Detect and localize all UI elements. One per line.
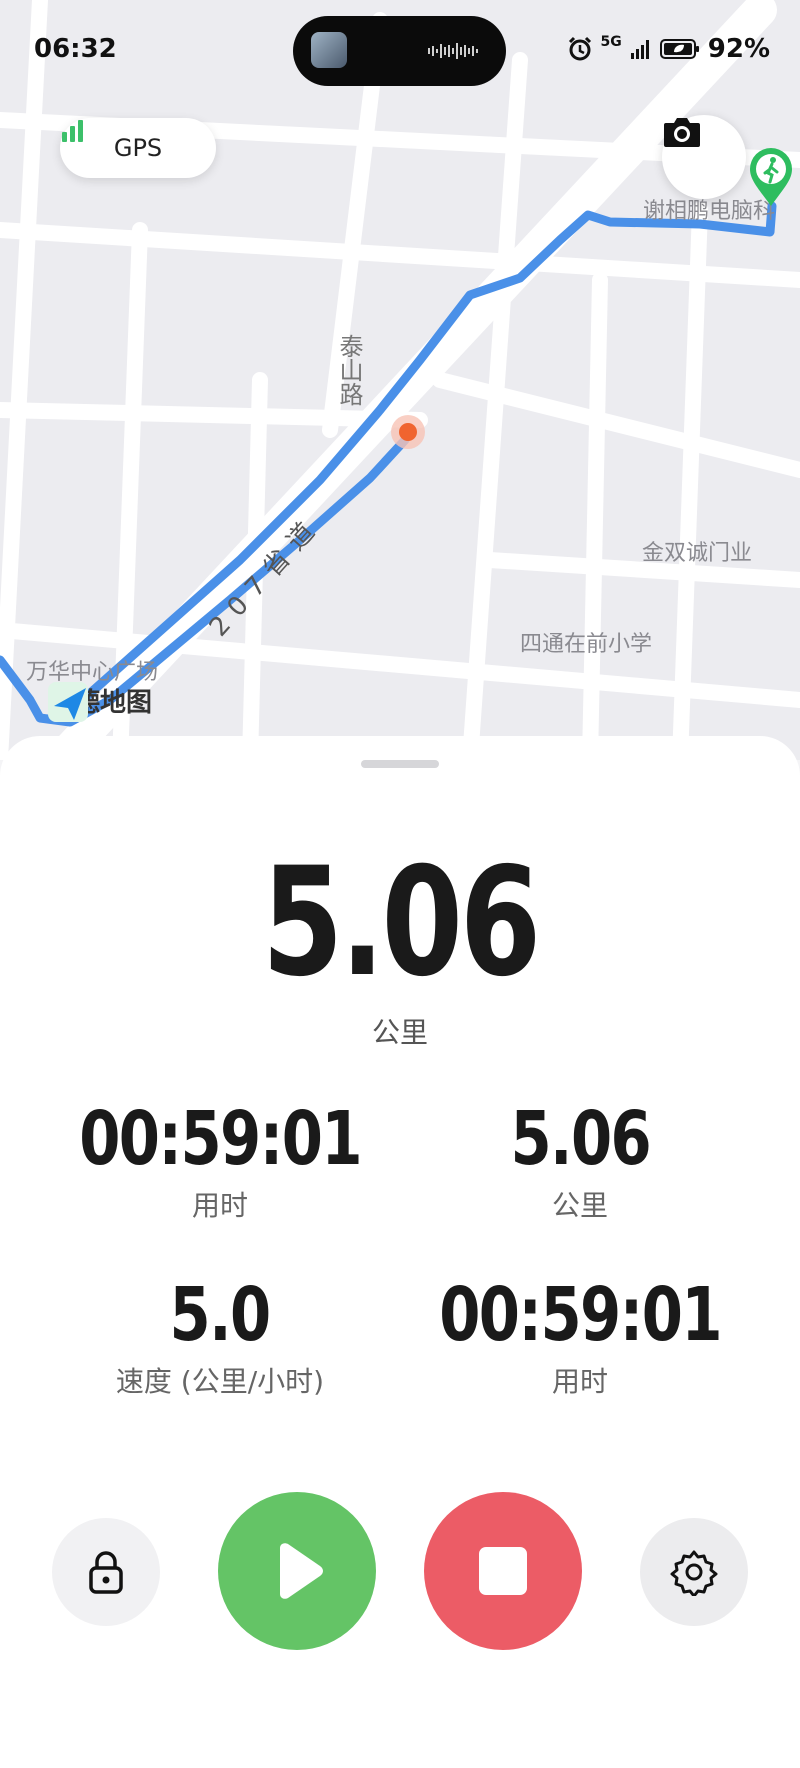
walker-pin-icon [750, 148, 792, 206]
play-icon [280, 1543, 323, 1599]
stat-value: 5.06 [510, 1096, 651, 1182]
camera-button[interactable] [662, 115, 746, 199]
gps-label: GPS [113, 134, 163, 162]
map-view[interactable]: 泰山路 207省道 谢相鹏电脑科 金双诚门业 四通在前小学 万华中心广场 高德地… [0, 0, 800, 760]
dynamic-island[interactable] [293, 16, 506, 86]
drag-handle[interactable] [361, 760, 439, 768]
map-label-poi-jinshuang: 金双诚门业 [642, 541, 753, 566]
map-label-taishan-road: 泰山路 [335, 334, 363, 406]
map-label-poi-sitong: 四通在前小学 [520, 632, 653, 657]
stat-speed: 5.0 速度 (公里/小时) [40, 1272, 400, 1400]
distance-value: 5.06 [261, 836, 541, 1010]
network-type: 5G [600, 34, 622, 50]
settings-button[interactable] [640, 1518, 748, 1626]
stop-icon [479, 1547, 527, 1595]
stat-label: 用时 [191, 1189, 248, 1222]
cell-signal-icon [630, 40, 649, 59]
signal-strength-icon [62, 120, 83, 142]
audio-waveform-icon [428, 43, 478, 59]
status-right-group: 5G 92% [567, 34, 770, 64]
play-button[interactable] [218, 1492, 376, 1650]
map-brand-icon [48, 682, 88, 722]
stat-value: 00:59:01 [79, 1096, 362, 1182]
stat-duration: 00:59:01 用时 [40, 1096, 400, 1224]
alarm-icon [568, 36, 591, 61]
stat-label: 速度 (公里/小时) [115, 1365, 325, 1398]
stat-label: 公里 [551, 1189, 608, 1222]
gps-indicator[interactable]: GPS [60, 118, 216, 178]
stat-value: 5.0 [169, 1272, 272, 1358]
lock-button[interactable] [52, 1518, 160, 1626]
battery-icon [659, 39, 699, 59]
map-brand-logo: 高德地图 [48, 682, 152, 722]
media-avatar-icon [311, 32, 347, 68]
camera-icon [664, 118, 700, 147]
distance-unit: 公里 [371, 1016, 428, 1049]
status-time: 06:32 [34, 34, 117, 64]
status-bar: 06:32 5G 92% [0, 0, 800, 100]
stat-label: 用时 [551, 1365, 608, 1398]
map-canvas [0, 0, 800, 760]
stat-value: 00:59:01 [439, 1272, 722, 1358]
workout-panel: 5.06 公里 00:59:01 用时 5.06 公里 5.0 速度 (公里/小… [0, 736, 800, 1768]
stat-duration-2: 00:59:01 用时 [400, 1272, 760, 1400]
battery-percent: 92% [707, 34, 770, 64]
stop-button[interactable] [424, 1492, 582, 1650]
gear-icon [670, 1550, 718, 1596]
lock-icon [89, 1551, 123, 1594]
stat-distance: 5.06 公里 [400, 1096, 760, 1224]
